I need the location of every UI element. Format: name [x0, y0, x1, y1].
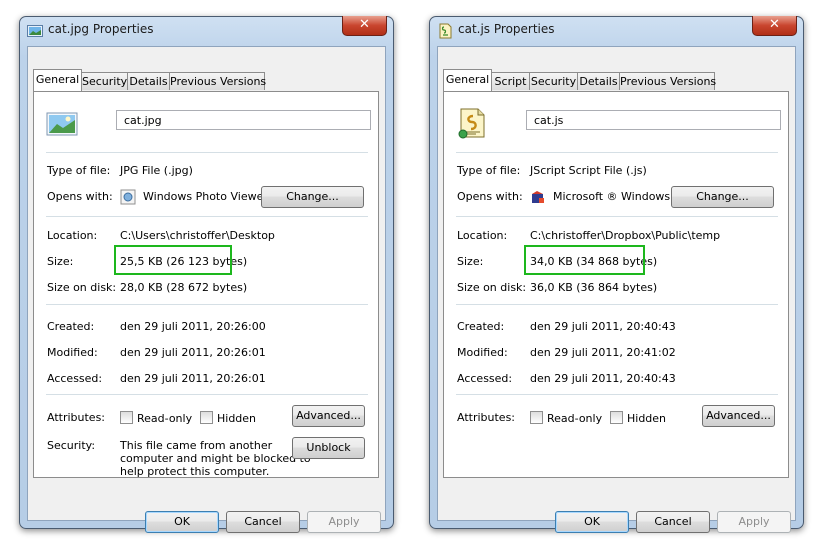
created-label: Created:: [47, 320, 95, 333]
security-text-line-2: computer and might be blocked to: [120, 452, 311, 465]
security-text-line-1: This file came from another: [120, 439, 273, 452]
security-text-line-3: help protect this computer.: [120, 465, 270, 478]
close-button[interactable]: ✕: [752, 16, 797, 36]
location-label: Location:: [47, 229, 98, 242]
hidden-label: Hidden: [217, 412, 257, 425]
opens-with-label: Opens with:: [457, 190, 523, 203]
attributes-label: Attributes:: [457, 411, 516, 424]
image-file-icon: [27, 25, 43, 37]
accessed-label: Accessed:: [457, 372, 513, 385]
apply-button[interactable]: Apply: [307, 511, 381, 533]
size-on-disk-value: 36,0 KB (36 864 bytes): [530, 281, 658, 294]
attributes-label: Attributes:: [47, 411, 106, 424]
close-icon: ✕: [769, 17, 780, 32]
separator: [46, 216, 368, 217]
accessed-value: den 29 juli 2011, 20:26:01: [120, 372, 266, 385]
read-only-checkbox[interactable]: [530, 411, 543, 424]
change-button[interactable]: Change...: [261, 186, 364, 208]
apply-button[interactable]: Apply: [717, 511, 791, 533]
location-label: Location:: [457, 229, 508, 242]
image-file-icon: [46, 112, 78, 136]
location-value: C:\Users\christoffer\Desktop: [120, 229, 275, 242]
location-value: C:\christoffer\Dropbox\Public\temp: [530, 229, 721, 242]
hidden-checkbox[interactable]: [610, 411, 623, 424]
size-on-disk-label: Size on disk:: [47, 281, 117, 294]
advanced-button[interactable]: Advanced...: [292, 405, 365, 427]
advanced-button[interactable]: Advanced...: [702, 405, 775, 427]
read-only-label: Read-only: [547, 412, 603, 425]
size-highlight: [114, 245, 232, 275]
separator: [456, 216, 778, 217]
tab-script[interactable]: Script: [491, 72, 530, 90]
tab-details[interactable]: Details: [577, 72, 620, 90]
size-highlight: [524, 245, 645, 275]
modified-label: Modified:: [457, 346, 508, 359]
security-label: Security:: [47, 439, 96, 452]
unblock-button[interactable]: Unblock: [292, 437, 365, 459]
cat-jpg-properties-dialog: cat.jpg Properties ✕ General Security De…: [19, 16, 394, 533]
size-label: Size:: [457, 255, 484, 268]
ok-button[interactable]: OK: [145, 511, 219, 533]
read-only-label: Read-only: [137, 412, 193, 425]
type-value: JPG File (.jpg): [120, 164, 193, 177]
ok-button[interactable]: OK: [555, 511, 629, 533]
cat-js-properties-dialog: cat.js Properties ✕ General Script Secur…: [429, 16, 804, 533]
opens-with-value: Microsoft ® Windows B: [553, 190, 682, 203]
close-button[interactable]: ✕: [342, 16, 387, 36]
separator: [456, 152, 778, 153]
filename-field[interactable]: cat.jpg: [116, 110, 371, 130]
accessed-label: Accessed:: [47, 372, 103, 385]
size-on-disk-label: Size on disk:: [457, 281, 527, 294]
separator: [456, 304, 778, 305]
size-on-disk-value: 28,0 KB (28 672 bytes): [120, 281, 248, 294]
script-file-icon: [458, 108, 485, 139]
cancel-button[interactable]: Cancel: [226, 511, 300, 533]
accessed-value: den 29 juli 2011, 20:40:43: [530, 372, 676, 385]
separator: [46, 304, 368, 305]
general-tab-panel: cat.js Type of file: JScript Script File…: [443, 91, 789, 478]
modified-value: den 29 juli 2011, 20:41:02: [530, 346, 676, 359]
tab-general[interactable]: General: [33, 69, 82, 91]
photo-viewer-icon: [120, 189, 136, 205]
type-value: JScript Script File (.js): [530, 164, 647, 177]
size-label: Size:: [47, 255, 74, 268]
hidden-checkbox[interactable]: [200, 411, 213, 424]
dialog-body: General Security Details Previous Versio…: [27, 46, 386, 533]
cancel-button[interactable]: Cancel: [636, 511, 710, 533]
separator: [456, 394, 778, 395]
modified-value: den 29 juli 2011, 20:26:01: [120, 346, 266, 359]
opens-with-label: Opens with:: [47, 190, 113, 203]
separator: [46, 152, 368, 153]
tab-previous-versions[interactable]: Previous Versions: [619, 72, 716, 90]
tab-security[interactable]: Security: [529, 72, 578, 90]
read-only-checkbox[interactable]: [120, 411, 133, 424]
tab-details[interactable]: Details: [127, 72, 170, 90]
window-title: cat.jpg Properties: [48, 22, 154, 36]
opens-with-value: Windows Photo Viewer: [143, 190, 268, 203]
type-label: Type of file:: [47, 164, 111, 177]
tab-security[interactable]: Security: [81, 72, 128, 90]
script-file-icon: [439, 23, 452, 39]
windows-script-host-icon: [532, 191, 544, 203]
type-label: Type of file:: [457, 164, 521, 177]
change-button[interactable]: Change...: [671, 186, 774, 208]
general-tab-panel: cat.jpg Type of file: JPG File (.jpg) Op…: [33, 91, 379, 478]
created-label: Created:: [457, 320, 505, 333]
close-icon: ✕: [359, 17, 370, 32]
hidden-label: Hidden: [627, 412, 667, 425]
filename-field[interactable]: cat.js: [526, 110, 781, 130]
tab-previous-versions[interactable]: Previous Versions: [169, 72, 266, 90]
dialog-body: General Script Security Details Previous…: [437, 46, 796, 533]
tab-general[interactable]: General: [443, 69, 492, 91]
created-value: den 29 juli 2011, 20:26:00: [120, 320, 266, 333]
created-value: den 29 juli 2011, 20:40:43: [530, 320, 676, 333]
window-title: cat.js Properties: [458, 22, 555, 36]
modified-label: Modified:: [47, 346, 98, 359]
separator: [46, 394, 368, 395]
